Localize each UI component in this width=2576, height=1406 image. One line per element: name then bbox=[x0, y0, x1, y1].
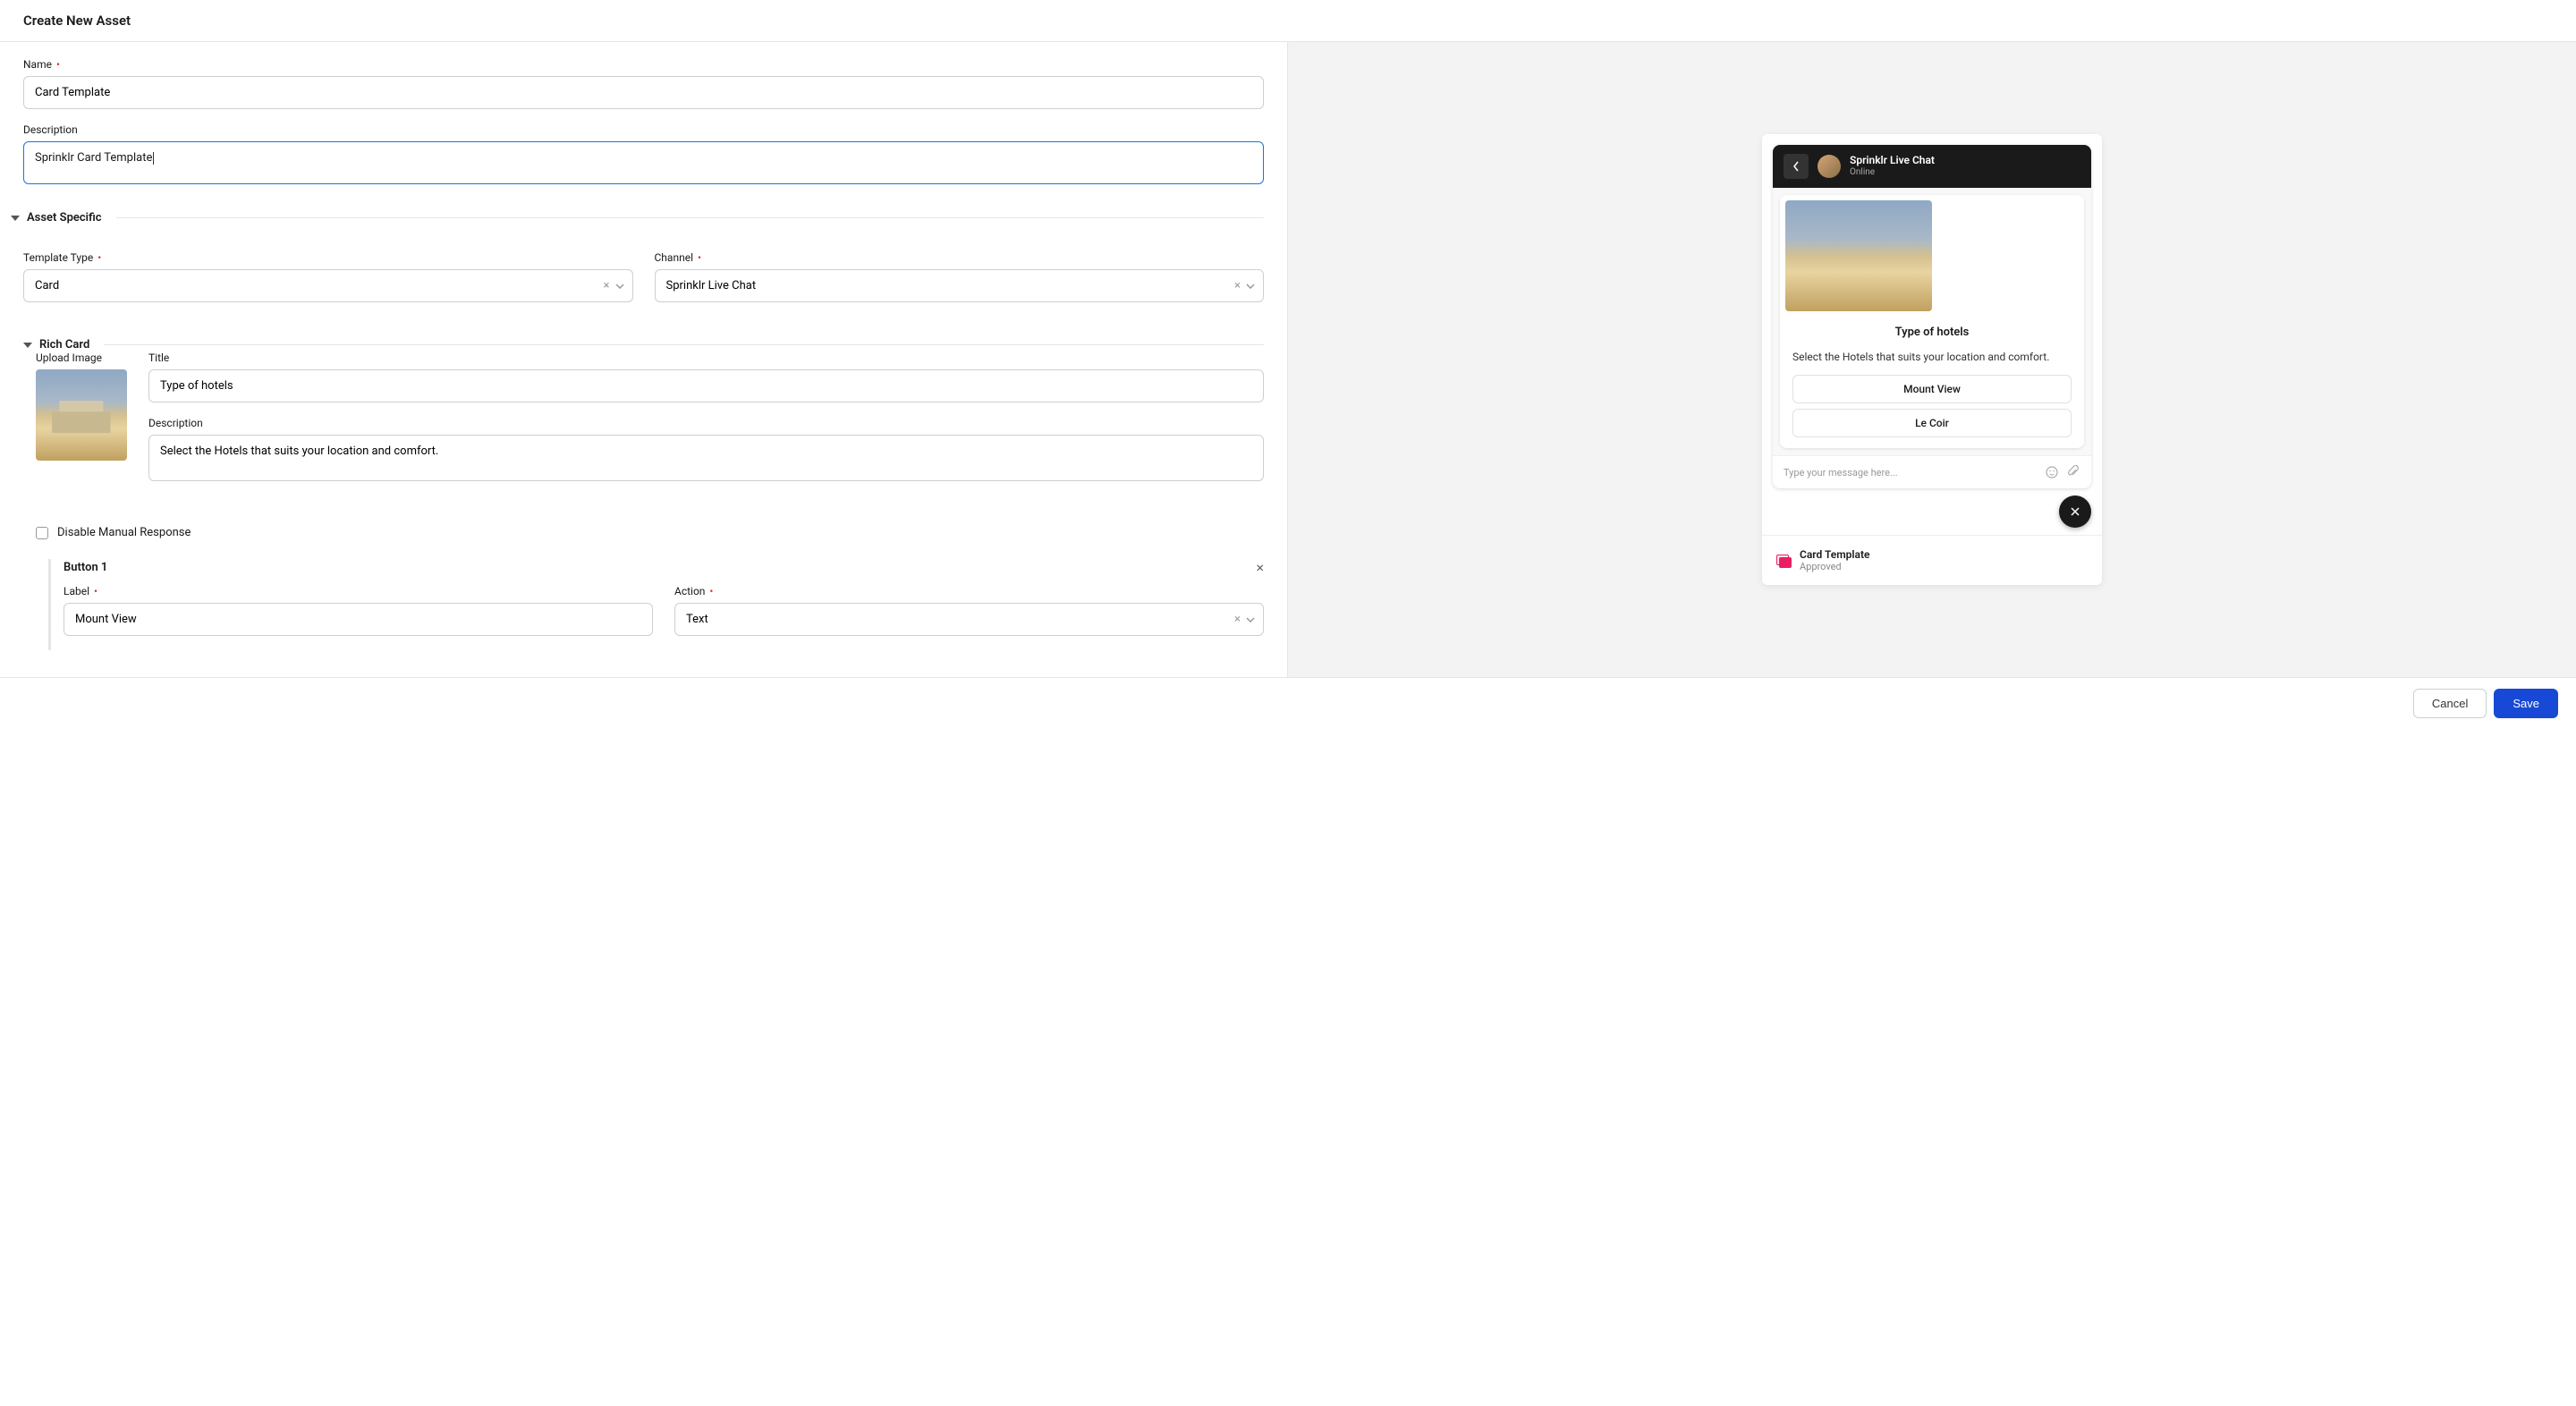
cancel-button[interactable]: Cancel bbox=[2413, 689, 2487, 718]
card-description-label: Description bbox=[148, 417, 1264, 429]
template-status: Approved bbox=[1800, 561, 1869, 572]
chat-message-input[interactable]: Type your message here... bbox=[1784, 467, 2038, 479]
remove-button-icon[interactable]: × bbox=[1256, 559, 1264, 576]
footer-bar: Cancel Save bbox=[0, 678, 2576, 729]
card-title-label: Title bbox=[148, 352, 1264, 364]
chevron-down-icon[interactable] bbox=[615, 284, 624, 289]
caret-down-icon bbox=[23, 343, 32, 348]
chat-window: Sprinklr Live Chat Online Type of hotels… bbox=[1773, 145, 2091, 489]
clear-icon[interactable]: × bbox=[604, 279, 610, 292]
channel-select[interactable] bbox=[655, 269, 1265, 302]
chevron-left-icon bbox=[1792, 161, 1800, 172]
clear-icon[interactable]: × bbox=[1234, 279, 1241, 292]
button1-header: Button 1 bbox=[64, 561, 107, 574]
divider bbox=[116, 217, 1264, 218]
card-image bbox=[1785, 200, 1932, 311]
disable-manual-checkbox[interactable] bbox=[36, 527, 48, 539]
button-label-label: Label • bbox=[64, 585, 653, 597]
close-chat-button[interactable] bbox=[2059, 495, 2091, 528]
description-label: Description bbox=[23, 123, 1264, 136]
channel-label: Channel • bbox=[655, 251, 1265, 264]
attachment-icon[interactable] bbox=[2066, 465, 2080, 479]
name-label: Name • bbox=[23, 58, 1264, 71]
chevron-down-icon[interactable] bbox=[1246, 617, 1255, 623]
save-button[interactable]: Save bbox=[2494, 689, 2558, 718]
rich-card-section-header[interactable]: Rich Card bbox=[36, 338, 1264, 352]
upload-image-preview[interactable] bbox=[36, 369, 127, 461]
close-icon bbox=[2070, 506, 2080, 517]
chat-title: Sprinklr Live Chat bbox=[1850, 154, 1935, 166]
description-input[interactable]: Sprinklr Card Template bbox=[23, 141, 1264, 184]
button-action-select[interactable] bbox=[674, 603, 1264, 636]
divider bbox=[104, 344, 1264, 345]
preview-card-desc: Select the Hotels that suits your locati… bbox=[1785, 344, 2079, 370]
emoji-icon[interactable] bbox=[2045, 465, 2059, 479]
button-label-input[interactable] bbox=[64, 603, 653, 636]
template-icon bbox=[1776, 555, 1791, 567]
preview-button-1[interactable]: Mount View bbox=[1792, 375, 2072, 403]
avatar bbox=[1818, 155, 1841, 178]
name-input[interactable] bbox=[23, 76, 1264, 109]
preview-container: Sprinklr Live Chat Online Type of hotels… bbox=[1762, 134, 2102, 586]
upload-image-label: Upload Image bbox=[36, 352, 127, 364]
button-action-label: Action • bbox=[674, 585, 1264, 597]
asset-specific-title: Asset Specific bbox=[27, 211, 102, 224]
card-title-input[interactable] bbox=[148, 369, 1264, 402]
template-type-select[interactable] bbox=[23, 269, 633, 302]
template-info: Card Template Approved bbox=[1762, 535, 2102, 585]
form-pane: Name • Description Sprinklr Card Templat… bbox=[0, 42, 1288, 677]
preview-card-title: Type of hotels bbox=[1785, 320, 2079, 344]
card-description-input[interactable]: Select the Hotels that suits your locati… bbox=[148, 435, 1264, 481]
chevron-down-icon[interactable] bbox=[1246, 284, 1255, 289]
template-type-label: Template Type • bbox=[23, 251, 633, 264]
rich-card-title: Rich Card bbox=[39, 338, 89, 352]
preview-button-2[interactable]: Le Coir bbox=[1792, 409, 2072, 437]
chat-header: Sprinklr Live Chat Online bbox=[1773, 145, 2091, 188]
page-title: Create New Asset bbox=[0, 0, 2576, 42]
back-button[interactable] bbox=[1784, 154, 1809, 179]
chat-status: Online bbox=[1850, 167, 1935, 178]
clear-icon[interactable]: × bbox=[1234, 613, 1241, 626]
card-preview: Type of hotels Select the Hotels that su… bbox=[1780, 195, 2084, 449]
caret-down-icon bbox=[11, 216, 20, 221]
disable-manual-label: Disable Manual Response bbox=[57, 526, 191, 539]
preview-pane: Sprinklr Live Chat Online Type of hotels… bbox=[1288, 42, 2576, 677]
asset-specific-section-header[interactable]: Asset Specific bbox=[23, 211, 1264, 224]
template-name: Card Template bbox=[1800, 548, 1869, 561]
